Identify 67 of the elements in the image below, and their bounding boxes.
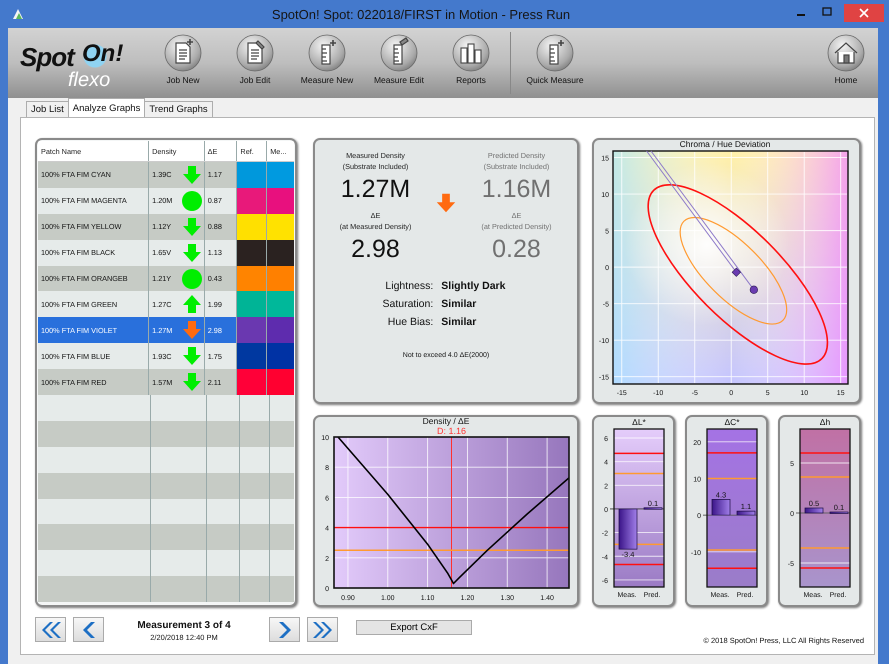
bar bbox=[618, 508, 638, 550]
metric-value: 0.28 bbox=[492, 234, 541, 265]
metric-value: 2.98 bbox=[351, 234, 400, 265]
logo-subtitle: flexo bbox=[68, 69, 110, 92]
tab[interactable]: Analyze Graphs bbox=[68, 98, 146, 117]
reference-line bbox=[800, 567, 850, 569]
close-icon[interactable] bbox=[844, 4, 884, 22]
home-icon bbox=[827, 34, 865, 72]
bar bbox=[736, 510, 756, 516]
marker-label: D: 1.16 bbox=[436, 426, 466, 436]
attribute-value: Similar bbox=[441, 316, 478, 328]
bar bbox=[804, 508, 824, 514]
reference-line bbox=[707, 549, 757, 551]
attribute-label: Saturation: bbox=[382, 298, 434, 310]
ruler-plus-icon bbox=[308, 34, 346, 72]
window-title: SpotOn! Spot: 022018/FIRST in Motion - Press Run bbox=[270, 6, 572, 22]
ruler-plus-icon bbox=[536, 34, 574, 72]
measurement-title: Measurement 3 of 4 bbox=[137, 620, 231, 631]
previous-button[interactable] bbox=[73, 617, 104, 642]
chevron-left-icon bbox=[82, 620, 96, 638]
toolbar-button[interactable]: Measure Edit bbox=[363, 28, 435, 98]
reference-line bbox=[614, 472, 664, 474]
reference-line bbox=[707, 568, 757, 570]
last-button[interactable] bbox=[307, 617, 338, 642]
chart-title: Δh bbox=[820, 417, 830, 427]
double-chevron-right-icon bbox=[312, 620, 334, 638]
data-point bbox=[750, 286, 758, 294]
bar bbox=[712, 499, 730, 516]
toolbar-button[interactable]: Measure New bbox=[291, 28, 363, 98]
app-icon bbox=[12, 8, 24, 20]
reference-line bbox=[707, 452, 757, 454]
toolbar-button[interactable]: Home bbox=[818, 28, 874, 98]
attribute-value: Slightly Dark bbox=[441, 280, 506, 292]
toolbar-button[interactable]: Job Edit bbox=[219, 28, 291, 98]
double-chevron-left-icon bbox=[40, 620, 62, 638]
metric-value: 1.16M bbox=[482, 174, 552, 205]
chart-title: Density / ΔE bbox=[422, 417, 470, 426]
first-button[interactable] bbox=[35, 617, 66, 642]
tab[interactable]: Job List bbox=[26, 101, 69, 117]
chart-title: ΔC* bbox=[724, 417, 740, 427]
document-pencil-icon bbox=[236, 34, 274, 72]
reference-line bbox=[614, 564, 664, 566]
toolbar-button[interactable]: Quick Measure bbox=[513, 28, 597, 98]
bar bbox=[830, 512, 848, 514]
toolbar-button[interactable]: Job New bbox=[147, 28, 219, 98]
ruler-pencil-icon bbox=[380, 34, 418, 72]
data-point bbox=[732, 268, 741, 277]
export-button[interactable]: Export CxF bbox=[356, 620, 472, 635]
chart-title: ΔL* bbox=[632, 417, 646, 427]
attribute-value: Similar bbox=[441, 298, 478, 310]
reference-line bbox=[800, 452, 850, 454]
attribute-label: Hue Bias: bbox=[386, 316, 434, 328]
reference-line bbox=[800, 547, 850, 549]
chevron-right-icon bbox=[278, 620, 292, 638]
tab[interactable]: Trend Graphs bbox=[144, 101, 213, 117]
metric-value: 1.27M bbox=[340, 174, 410, 205]
next-button[interactable] bbox=[269, 617, 300, 642]
logo-text: Spot bbox=[20, 42, 74, 72]
toolbar-button[interactable]: Reports bbox=[435, 28, 507, 98]
document-plus-icon bbox=[164, 34, 202, 72]
bar-chart-icon bbox=[452, 34, 490, 72]
bar bbox=[644, 507, 662, 510]
attribute-label: Lightness: bbox=[384, 280, 434, 292]
chart-title: Chroma / Hue Deviation bbox=[680, 140, 770, 149]
reference-line bbox=[707, 478, 757, 480]
reference-line bbox=[800, 476, 850, 478]
reference-line bbox=[614, 452, 664, 454]
